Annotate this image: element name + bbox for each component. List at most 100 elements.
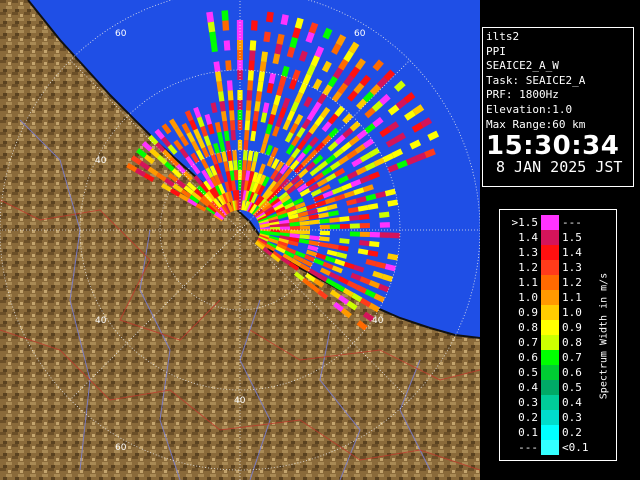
radar-map-canvas: 60 60 40 40 40 40 60 [0,0,480,480]
echo-segment [216,81,224,92]
side-panel: ilts2 PPI SEAICE2_A_W Task: SEAICE2_A PR… [480,0,640,480]
echo-segment [268,72,276,84]
echo-segment [256,81,264,92]
echo-segment [411,122,424,133]
legend-high-value: 0.7 [562,351,582,364]
echo-segment [288,236,300,243]
echo-segment [298,50,308,62]
elevation-value: Elevation:1.0 [486,102,573,116]
echo-segment [307,208,319,216]
echo-segment [339,216,350,222]
echo-segment [349,215,360,221]
legend-swatch [541,365,559,380]
echo-segment [357,204,369,212]
echo-segment [263,31,271,43]
echo-segment [273,94,282,106]
legend-swatch [541,410,559,425]
echo-segment [240,179,246,191]
echo-segment [235,189,240,201]
echo-segment [206,11,215,23]
legend-swatch [541,425,559,440]
echo-segment [348,41,360,54]
echo-segment [359,276,371,285]
legend-low-value: 0.2 [518,411,538,424]
echo-segment [409,139,422,150]
echo-segment [220,110,228,122]
echo-segment [294,91,304,104]
echo-segment [378,211,390,219]
echo-segment [347,206,359,214]
echo-segment [359,240,370,247]
legend-low-value: 0.3 [518,396,538,409]
echo-segment [228,160,234,171]
echo-segment [328,210,339,217]
echo-segment [294,17,304,29]
echo-segment [247,80,254,91]
echo-segment [249,40,257,51]
echo-segment [288,217,300,224]
echo-segment [196,116,205,128]
legend-high-value: 0.6 [562,366,582,379]
echo-segment [359,175,371,184]
legend-high-value: 0.9 [562,321,582,334]
echo-segment [214,121,222,133]
echo-segment [274,43,283,55]
echo-segment [378,283,390,293]
echo-segment [221,10,229,21]
echo-segment [259,61,267,72]
echo-segment [245,100,252,111]
echo-segment [246,90,253,101]
echo-segment [297,211,309,218]
echo-segment [223,161,230,172]
echo-segment [231,180,237,191]
echo-segment [343,261,355,270]
echo-segment [326,203,338,211]
task-name: Task: SEAICE2_A [486,73,586,87]
echo-segment [375,261,387,269]
echo-segment [216,131,224,143]
echo-segment [298,238,310,245]
echo-segment [279,232,290,238]
echo-segment [267,113,276,125]
echo-segment [308,22,319,34]
echo-segment [209,31,217,43]
scan-time: 15:30:34 [486,131,620,162]
echo-segment [204,113,213,125]
info-box: ilts2 PPI SEAICE2_A_W Task: SEAICE2_A PR… [482,27,634,187]
echo-segment [250,130,257,142]
echo-segment [319,218,330,224]
legend-high-value: 0.5 [562,381,582,394]
echo-segment [193,106,202,119]
legend-low-value: 0.1 [518,426,538,439]
echo-segment [336,251,348,259]
echo-segment [318,241,329,248]
echo-segment [326,249,338,257]
echo-segment [207,21,216,33]
echo-segment [279,222,290,228]
legend-swatch [541,275,559,290]
echo-segment [381,273,394,283]
echo-segment [420,117,433,128]
echo-segment [246,160,252,171]
echo-segment [282,97,291,109]
echo-segment [290,101,300,113]
echo-segment [214,71,222,82]
echo-segment [338,245,349,252]
echo-segment [222,20,230,31]
echo-segment [375,191,387,199]
echo-segment [258,71,266,82]
echo-segment [369,241,380,248]
echo-segment [260,51,268,63]
echo-segment [350,178,362,188]
echo-segment [307,244,319,252]
legend-swatch [541,305,559,320]
ring-label: 40 [95,316,107,326]
legend-high-value: 1.0 [562,306,582,319]
echo-segment [266,82,274,94]
echo-segment [229,170,235,181]
echo-segment [251,120,258,132]
echo-segment [298,82,308,95]
echo-segment [292,69,301,81]
echo-segment [427,130,440,141]
echo-segment [292,27,301,39]
